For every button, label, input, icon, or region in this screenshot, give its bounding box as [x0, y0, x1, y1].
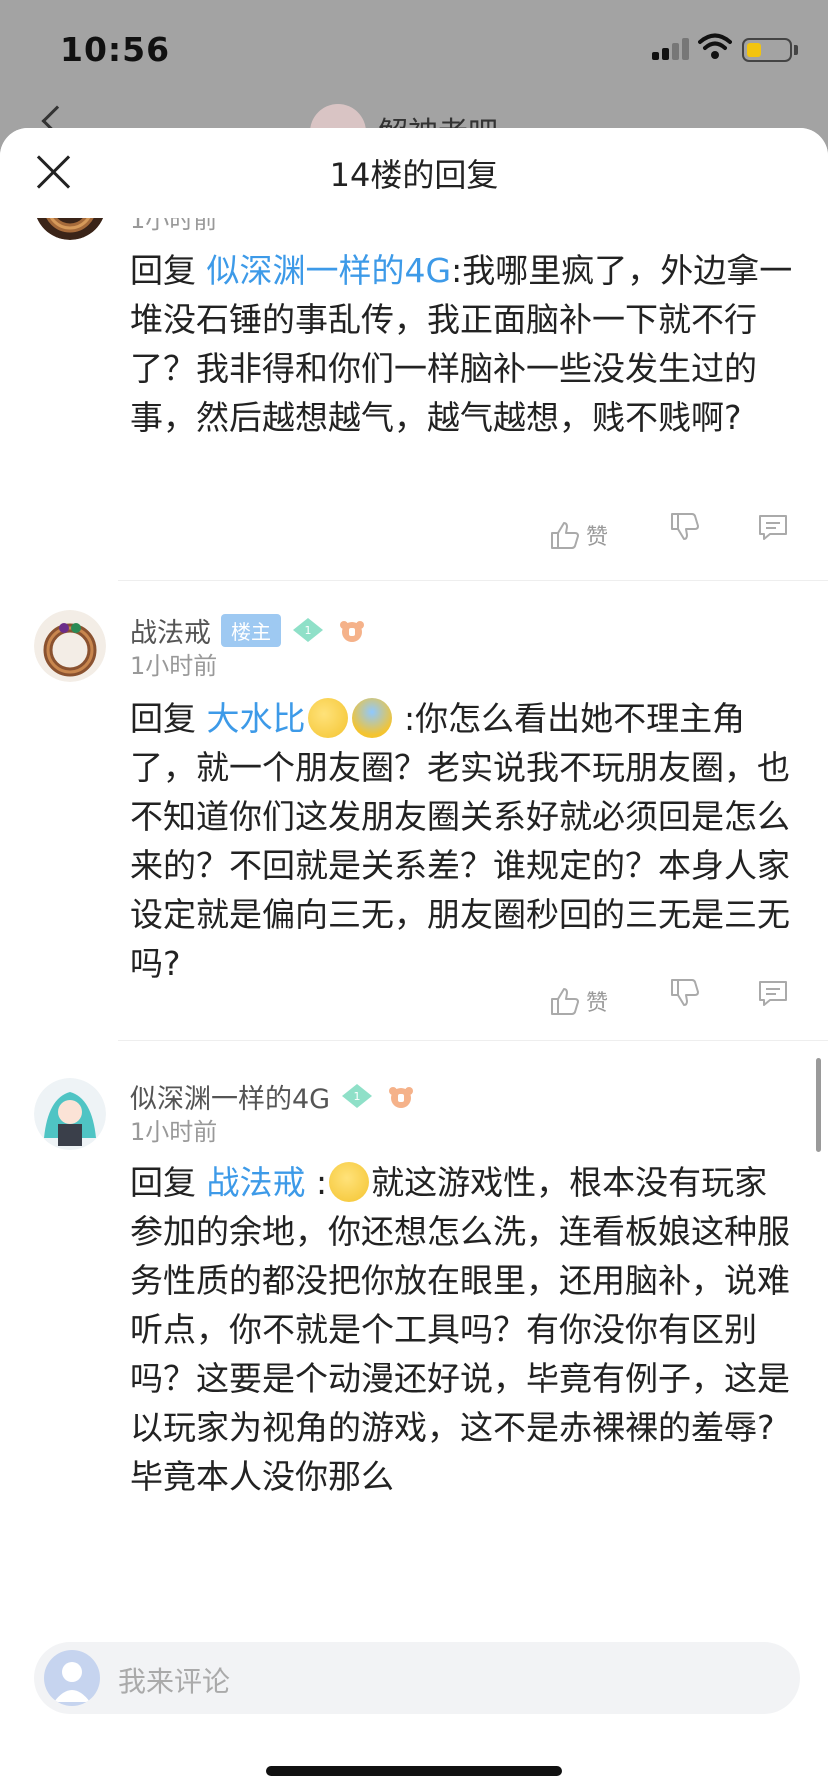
- comment-bubble-icon: [759, 515, 787, 540]
- reply-sheet: 14楼的回复 1小时前 回复 似深渊一样的4G:我哪里疯了，外边拿一堆没石锤的事…: [0, 128, 828, 1792]
- sheet-header: 14楼的回复: [0, 128, 828, 218]
- dislike-button[interactable]: [668, 976, 704, 1026]
- comment-input[interactable]: 我来评论: [34, 1642, 800, 1714]
- comment-time: 1小时前: [130, 1118, 218, 1146]
- svg-text:1: 1: [305, 624, 312, 637]
- dislike-button[interactable]: [668, 510, 704, 560]
- reply-prefix: 回复: [130, 251, 207, 290]
- battery-icon: [742, 38, 792, 62]
- avatar[interactable]: [34, 1078, 106, 1150]
- divider: [118, 1040, 828, 1041]
- divider: [118, 580, 828, 581]
- avatar[interactable]: [34, 218, 106, 240]
- avatar[interactable]: [34, 610, 106, 682]
- comment-actions: 赞: [0, 510, 828, 560]
- reply-list[interactable]: 1小时前 回复 似深渊一样的4G:我哪里疯了，外边拿一堆没石锤的事乱传，我正面脑…: [0, 218, 828, 1628]
- comment-composer: 我来评论: [0, 1628, 828, 1792]
- hand-badge-icon: [389, 1087, 414, 1108]
- thumbs-down-icon: [671, 979, 699, 1006]
- gem-level-icon: 1: [342, 1084, 373, 1108]
- list-item: 1小时前 回复 似深渊一样的4G:我哪里疯了，外边拿一堆没石锤的事乱传，我正面脑…: [0, 218, 828, 581]
- thumbs-up-icon: [551, 522, 579, 549]
- like-label: 赞: [586, 525, 609, 550]
- comment-time: 1小时前: [130, 218, 218, 234]
- comment-bubble-icon: [759, 981, 787, 1006]
- like-button[interactable]: 赞: [548, 976, 624, 1026]
- comment-actions: 赞: [0, 976, 828, 1026]
- cellular-signal-icon: [652, 38, 692, 60]
- username-row: 似深渊一样的4G 1: [130, 1076, 418, 1116]
- comment-body: 就这游戏性，根本没有玩家参加的余地，你还想怎么洗，连看板娘这种服务性质的都没把你…: [130, 1163, 790, 1496]
- svg-text:1: 1: [354, 1090, 361, 1103]
- hand-badge-icon: [340, 621, 364, 642]
- list-item: 战法戒 楼主 1 1小时前 回复 大水比 :你怎么看出她不理主角了，就一个朋友圈…: [0, 610, 828, 1080]
- comment-text: 回复 大水比 :你怎么看出她不理主角了，就一个朋友圈？老实说我不玩朋友圈，也不知…: [130, 694, 795, 988]
- comment-text: 回复 似深渊一样的4G:我哪里疯了，外边拿一堆没石锤的事乱传，我正面脑补一下就不…: [130, 246, 795, 442]
- default-avatar-icon: [44, 1650, 100, 1706]
- username[interactable]: 战法戒: [130, 611, 211, 650]
- thumbs-up-icon: [551, 988, 579, 1015]
- scrollbar[interactable]: [816, 1058, 821, 1152]
- like-button[interactable]: 赞: [548, 510, 624, 560]
- like-label: 赞: [586, 991, 609, 1016]
- thumbs-down-icon: [671, 513, 699, 540]
- status-time: 10:56: [60, 30, 171, 69]
- reply-button[interactable]: [756, 976, 792, 1026]
- smile-emoji-icon: [307, 698, 348, 738]
- username[interactable]: 似深渊一样的4G: [130, 1077, 330, 1116]
- mention-link[interactable]: 战法戒: [207, 1163, 306, 1202]
- thinking-emoji-icon: [329, 1162, 370, 1202]
- wifi-icon: [698, 33, 732, 59]
- home-indicator[interactable]: [266, 1766, 562, 1776]
- reply-prefix: 回复: [130, 1163, 207, 1202]
- sheet-title: 14楼的回复: [329, 156, 499, 194]
- reply-button[interactable]: [756, 510, 792, 560]
- username-row: 战法戒 楼主 1: [130, 610, 369, 650]
- comment-text: 回复 战法戒 : 就这游戏性，根本没有玩家参加的余地，你还想怎么洗，连看板娘这种服…: [130, 1158, 795, 1501]
- colon-separator: :: [305, 1163, 328, 1202]
- comment-body: :你怎么看出她不理主角了，就一个朋友圈？老实说我不玩朋友圈，也不知道你们这发朋友…: [130, 699, 790, 983]
- comment-time: 1小时前: [130, 652, 218, 680]
- reply-prefix: 回复: [130, 699, 207, 738]
- mention-link[interactable]: 大水比: [207, 699, 306, 738]
- status-bar: 10:56: [0, 0, 828, 100]
- list-item: 似深渊一样的4G 1 1小时前 回复 战法戒 : 就这游戏性，根本没有玩家参加的余…: [0, 1070, 828, 1628]
- owner-badge: 楼主: [221, 613, 281, 647]
- mention-link[interactable]: 似深渊一样的4G: [207, 251, 452, 290]
- scream-emoji-icon: [351, 698, 392, 738]
- comment-placeholder: 我来评论: [118, 1665, 231, 1698]
- gem-level-icon: 1: [293, 618, 323, 642]
- battery-tip: [794, 45, 798, 55]
